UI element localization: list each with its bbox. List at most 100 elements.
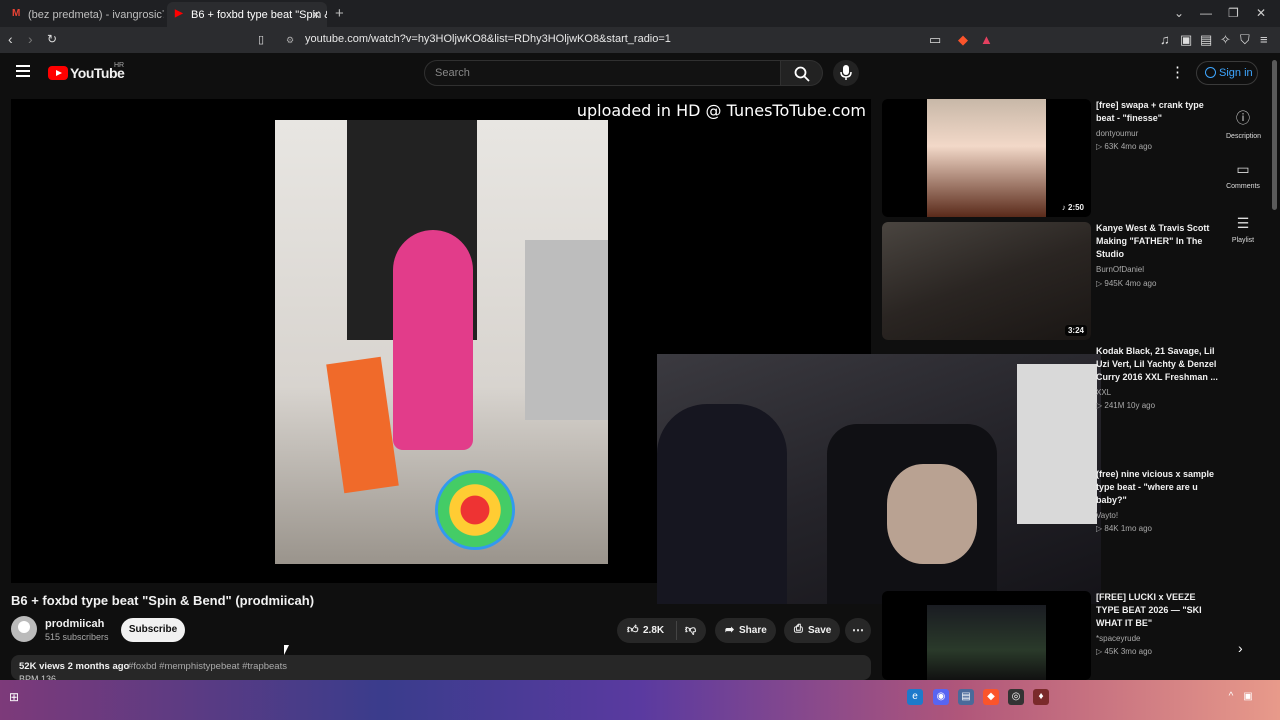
recommendation-item[interactable]: ♪ 2:50 [free] swapa + crank type beat - … — [882, 99, 1212, 217]
leo-icon[interactable]: ✧ — [1220, 32, 1231, 48]
wallet-icon[interactable]: ▤ — [1200, 32, 1212, 48]
brave-shield-icon[interactable]: ◆ — [958, 32, 968, 48]
comments-panel-button[interactable]: ▭ Comments — [1226, 161, 1260, 190]
save-button[interactable]: ⎙ Save — [784, 618, 840, 643]
share-label: Share — [739, 625, 767, 636]
back-icon[interactable]: ‹ — [8, 31, 13, 47]
recommendation-channel[interactable]: dontyoumur — [1096, 129, 1138, 138]
orange-sign — [326, 356, 399, 494]
tab-list-icon[interactable]: ⌄ — [1174, 6, 1184, 20]
close-tab-icon[interactable]: ✕ — [311, 8, 321, 22]
recommendation-title[interactable]: Kanye West & Travis Scott Making "FATHER… — [1096, 222, 1218, 261]
views-and-date: 52K views 2 months ago — [19, 661, 130, 672]
recommendation-item[interactable]: 3:24 Kanye West & Travis Scott Making "F… — [882, 222, 1212, 340]
page-scrollbar[interactable] — [1272, 60, 1277, 210]
tab-gmail[interactable]: M (bez predmeta) - ivangrosic7@gmail.c — [4, 2, 164, 27]
recommendation-item[interactable]: [FREE] LUCKI x VEEZE TYPE BEAT 2026 — "S… — [882, 591, 1212, 680]
side-label: Comments — [1226, 183, 1260, 190]
tab-youtube[interactable]: ▶ B6 + foxbd type beat "Spin & Be ✕ — [167, 2, 327, 27]
tray-chevron-icon[interactable]: ^ — [1223, 689, 1239, 705]
side-label: Playlist — [1231, 237, 1255, 244]
minimize-button[interactable]: — — [1200, 6, 1212, 20]
new-tab-button[interactable]: + — [335, 5, 344, 22]
site-info-icon[interactable]: ⚙ — [286, 35, 294, 46]
brave-icon[interactable]: ◆ — [983, 689, 999, 705]
thumbnail-image — [882, 222, 1091, 340]
channel-avatar[interactable] — [11, 616, 37, 642]
subscriber-count: 515 subscribers — [45, 632, 109, 642]
app-icon[interactable]: ♦ — [1033, 689, 1049, 705]
duration-badge: ♪ 2:50 — [1058, 202, 1087, 213]
search-input[interactable]: Search — [424, 60, 781, 86]
more-options-icon[interactable]: ⋮ — [1170, 63, 1185, 81]
description-box[interactable]: 52K views 2 months ago #foxbd #memphisty… — [11, 655, 871, 684]
video-frame-image — [275, 120, 608, 564]
playlist-icon: ☰ — [1236, 215, 1250, 231]
voice-search-button[interactable] — [833, 60, 859, 86]
playlist-panel-button[interactable]: ☰ Playlist — [1226, 215, 1260, 244]
reload-icon[interactable]: ↻ — [47, 32, 57, 46]
save-label: Save — [808, 625, 832, 636]
discord-icon[interactable]: ◉ — [933, 689, 949, 705]
video-title: B6 + foxbd type beat "Spin & Bend" (prod… — [11, 593, 315, 608]
sidebar-icon[interactable]: ▣ — [1180, 32, 1192, 48]
chevron-right-icon[interactable]: › — [1238, 640, 1243, 656]
recommendation-channel[interactable]: BurnOfDaniel — [1096, 265, 1144, 274]
os-taskbar: ⊞ e ◉ ▤ ◆ ◎ ♦ ^ ▣ — [0, 680, 1280, 720]
recommendation-meta: ▷ 945K 4mo ago — [1096, 279, 1157, 288]
cast-icon[interactable]: ▭ — [929, 32, 941, 48]
steam-icon[interactable]: ◎ — [1008, 689, 1024, 705]
forward-icon[interactable]: › — [28, 31, 33, 47]
recommendation-title[interactable]: (free) nine vicious x sample type beat -… — [1096, 468, 1218, 507]
like-count[interactable]: 2.8K — [643, 625, 664, 636]
like-dislike-group: 👍︎ 2.8K 👎︎ — [617, 618, 706, 643]
thumbnail-image — [927, 99, 1046, 217]
search-placeholder: Search — [435, 67, 470, 79]
browser-nav-bar: ‹ › ↻ ▯ ⚙ youtube.com/watch?v=hy3HOljwKO… — [0, 27, 1280, 53]
person-headphones — [657, 404, 787, 604]
hamburger-menu-icon[interactable] — [16, 65, 30, 77]
recommendation-title[interactable]: Kodak Black, 21 Savage, Lil Uzi Vert, Li… — [1096, 345, 1218, 384]
address-bar[interactable]: youtube.com/watch?v=hy3HOljwKO8&list=RDh… — [305, 33, 671, 45]
network-icon[interactable]: ▣ — [1240, 689, 1256, 705]
recommendation-thumbnail[interactable]: ♪ 2:50 — [882, 99, 1091, 217]
vpn-icon[interactable]: ⛉ — [1240, 32, 1250, 48]
hashtags[interactable]: #foxbd #memphistypebeat #trapbeats — [128, 661, 287, 672]
browser-menu-icon[interactable]: ≡ — [1260, 32, 1268, 47]
sign-in-button[interactable]: Sign in — [1196, 61, 1258, 85]
description-panel-button[interactable]: ⓘ Description — [1226, 108, 1261, 140]
recommendation-thumbnail[interactable]: 3:24 — [882, 222, 1091, 340]
edge-icon[interactable]: e — [907, 689, 923, 705]
recommendation-channel[interactable]: XXL — [1096, 388, 1111, 397]
video-watermark: uploaded in HD @ TunesToTube.com — [576, 101, 866, 120]
recommendation-item[interactable]: (free) nine vicious x sample type beat -… — [882, 468, 1214, 586]
like-icon[interactable]: 👍︎ — [627, 623, 639, 636]
recommendation-thumbnail[interactable] — [882, 591, 1091, 680]
search-button[interactable] — [781, 60, 823, 86]
media-icon[interactable]: ♫ — [1160, 32, 1170, 47]
windows-start-icon[interactable]: ⊞ — [6, 689, 22, 705]
recommendation-channel[interactable]: *spaceyrude — [1096, 634, 1140, 643]
explorer-icon[interactable]: ▤ — [958, 689, 974, 705]
brave-rewards-icon[interactable]: ▲ — [980, 32, 993, 47]
youtube-logo-icon[interactable] — [48, 66, 68, 80]
recommendation-channel[interactable]: Vayto! — [1096, 511, 1118, 520]
gmail-icon: M — [12, 8, 21, 19]
person-pink-hoodie — [393, 230, 473, 450]
subscribe-button[interactable]: Subscribe — [121, 618, 185, 642]
close-window-button[interactable]: ✕ — [1256, 6, 1266, 20]
share-button[interactable]: ➦ Share — [715, 618, 776, 643]
thumbnail-image — [927, 605, 1046, 680]
bookmark-icon[interactable]: ▯ — [258, 33, 264, 46]
recommendation-title[interactable]: [free] swapa + crank type beat - "finess… — [1096, 99, 1218, 125]
recommendation-title[interactable]: [FREE] LUCKI x VEEZE TYPE BEAT 2026 — "S… — [1096, 591, 1218, 630]
dislike-icon[interactable]: 👎︎ — [685, 623, 696, 636]
flower-plush — [435, 470, 515, 550]
info-icon: ⓘ — [1236, 110, 1250, 126]
more-actions-icon[interactable]: ⋯ — [845, 618, 871, 643]
channel-name[interactable]: prodmiicah — [45, 618, 104, 630]
divider — [676, 621, 677, 640]
save-icon: ⎙ — [794, 623, 803, 635]
recommendation-item[interactable]: Kodak Black, 21 Savage, Lil Uzi Vert, Li… — [882, 345, 1218, 463]
maximize-button[interactable]: ❐ — [1228, 6, 1239, 20]
